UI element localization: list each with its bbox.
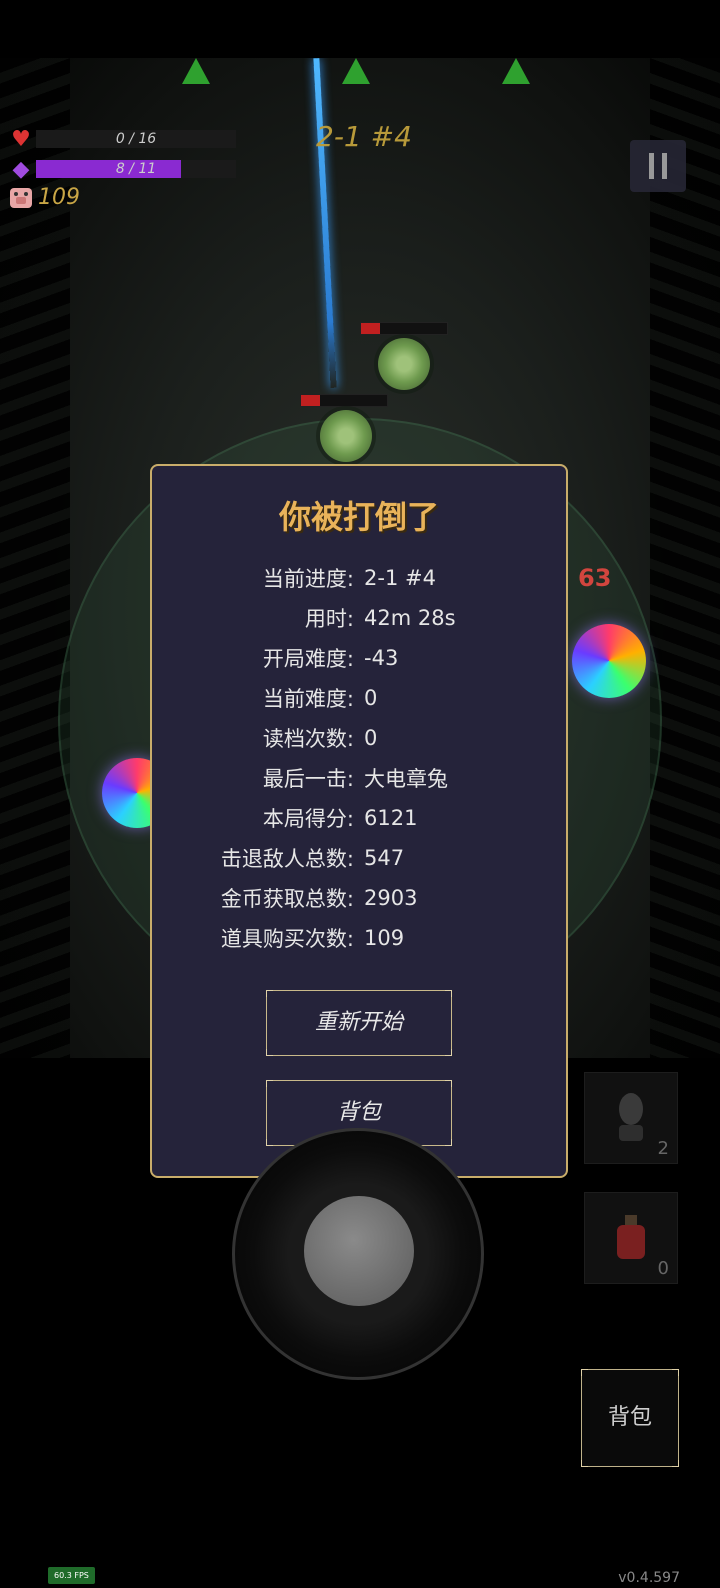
enemy-health-bar [300,394,388,407]
dialog-bag-label: 背包 [336,1100,381,1125]
stat-value: -43 [364,646,399,670]
slot-count: 0 [657,1258,669,1279]
foliage-right [650,58,720,1058]
stat-row: 当前进度: 2-1 #4 [152,558,566,598]
spawn-arrow-icon [342,58,370,84]
stat-row: 用时: 42m 28s [152,598,566,638]
statue-icon [619,1093,643,1141]
stat-row: 开局难度: -43 [152,638,566,678]
stat-value: 0 [364,686,378,710]
stat-label: 道具购买次数: [220,927,354,951]
pause-button[interactable] [630,140,686,192]
stat-value: 2903 [364,886,418,910]
spawn-arrow-icon [182,58,210,84]
stat-row: 本局得分: 6121 [152,798,566,838]
stat-label: 当前进度: [262,567,354,591]
stat-value: 109 [364,926,405,950]
laser-beam [313,58,337,388]
version-label: v0.4.597 [618,1570,680,1586]
stat-label: 开局难度: [262,647,354,671]
stat-value: 547 [364,846,405,870]
stat-label: 最后一击: [262,767,354,791]
dialog-title: 你被打倒了 [278,498,439,536]
stats-list: 当前进度: 2-1 #4 用时: 42m 28s 开局难度: -43 当前难度: 0 读档次数:… [152,558,566,958]
stat-label: 击退敌人总数: [220,847,354,871]
enemy-sprite [378,338,430,390]
restart-button[interactable]: 重新开始 [266,990,452,1056]
fps-counter: 60.3 FPS [48,1567,95,1584]
heart-icon: ♥ [11,126,31,152]
stat-row: 读档次数: 0 [152,718,566,758]
stat-label: 本局得分: [262,807,354,831]
defeat-dialog: 你被打倒了 当前进度: 2-1 #4 用时: 42m 28s 开局难度: -43 当前难度:… [150,464,568,1178]
stat-label: 读档次数: [262,727,354,751]
pause-icon [662,153,667,179]
stat-row: 当前难度: 0 [152,678,566,718]
enemy-sprite [320,410,372,462]
bag-label: 背包 [607,1405,652,1430]
mana-crystal-icon: ◆ [12,156,30,182]
stat-label: 金币获取总数: [220,887,354,911]
bag-button[interactable]: 背包 [581,1369,679,1467]
stat-value: 6121 [364,806,418,830]
stat-label: 当前难度: [262,687,354,711]
stat-value: 0 [364,726,378,750]
stat-row: 金币获取总数: 2903 [152,878,566,918]
stat-row: 道具购买次数: 109 [152,918,566,958]
joystick-knob[interactable] [304,1196,414,1306]
hp-text: 0 / 16 [115,131,157,147]
potion-slot[interactable]: 0 [584,1192,678,1284]
stage-label: 2-1 #4 [316,120,412,153]
potion-icon [617,1215,645,1259]
mana-text: 8 / 11 [115,161,157,177]
stat-label: 用时: [304,607,354,631]
coin-row: 109 [8,184,80,210]
skill-slot[interactable]: 2 [584,1072,678,1164]
pause-icon [649,153,654,179]
stat-row: 最后一击: 大电章兔 [152,758,566,798]
spawn-arrow-icon [502,58,530,84]
hp-bar: 0 / 16 [36,130,236,148]
slot-count: 2 [657,1138,669,1159]
damage-number: 63 [578,564,612,592]
stat-row: 击退敌人总数: 547 [152,838,566,878]
hp-row: ♥ 0 / 16 [8,126,236,152]
enemy-health-bar [360,322,448,335]
pig-icon [8,184,34,210]
rainbow-orb [572,624,646,698]
stat-value: 42m 28s [364,606,456,630]
mana-bar: 8 / 11 [36,160,236,178]
stat-value: 大电章兔 [364,767,448,791]
mana-row: ◆ 8 / 11 [8,156,236,182]
coin-count: 109 [38,184,80,210]
restart-label: 重新开始 [314,1010,403,1035]
stat-value: 2-1 #4 [364,566,436,590]
